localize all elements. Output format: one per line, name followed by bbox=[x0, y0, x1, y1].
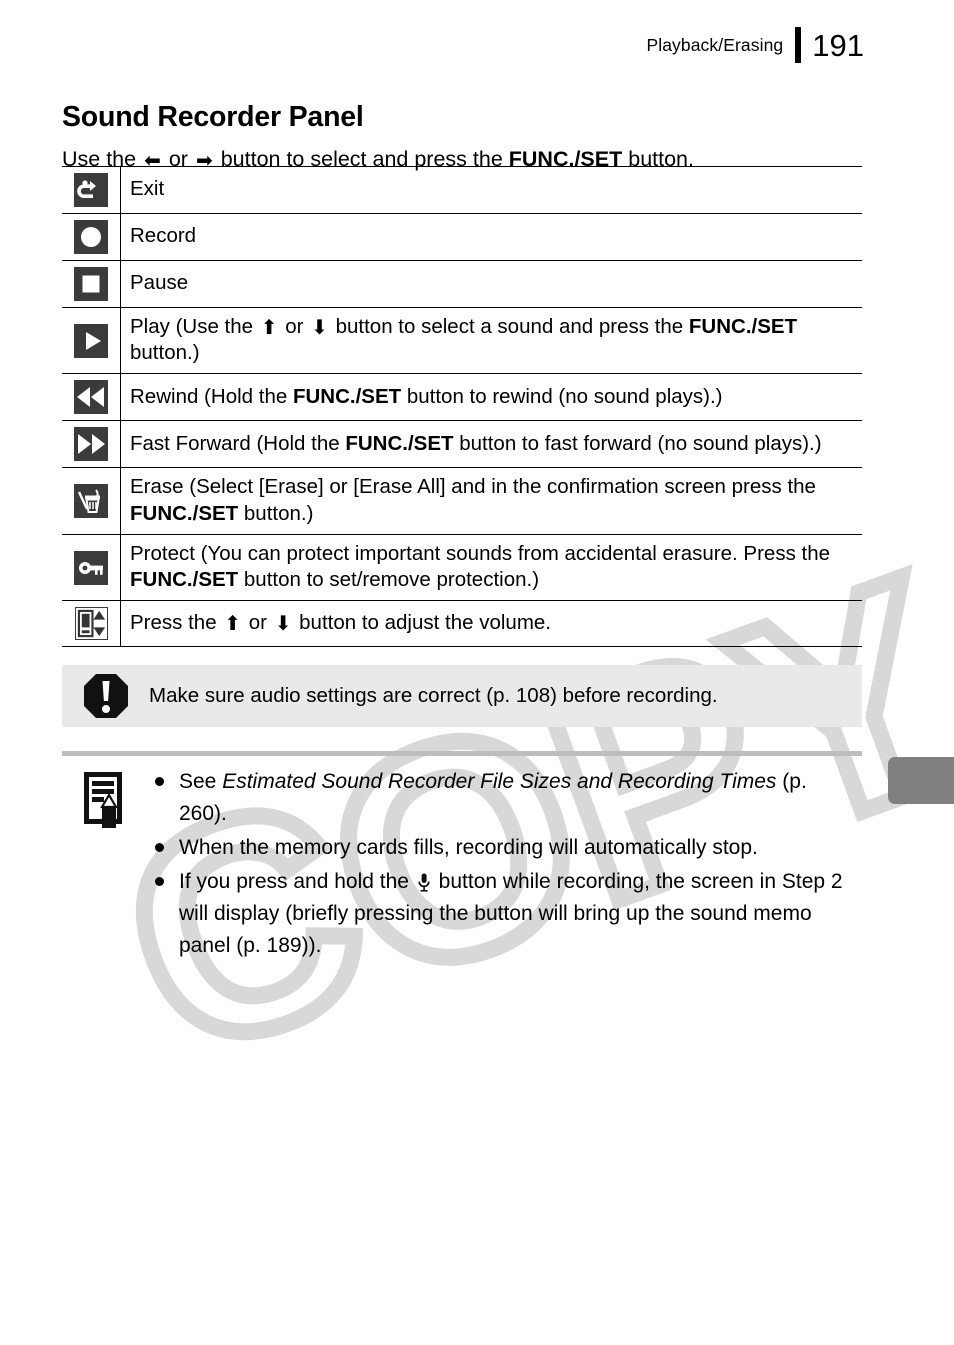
table-row-icon-cell bbox=[62, 307, 121, 374]
table-row-icon-cell bbox=[62, 166, 121, 214]
table-row: Press the ⬆ or ⬇ button to adjust the vo… bbox=[62, 600, 863, 647]
up-arrow-icon: ⬆ bbox=[260, 317, 278, 339]
table-row-icon-cell bbox=[62, 467, 121, 535]
bullet-icon bbox=[155, 876, 164, 886]
table-row: Pause bbox=[62, 260, 863, 308]
text-run: When the memory cards fills, recording w… bbox=[179, 835, 758, 859]
table-row: Exit bbox=[62, 166, 863, 214]
fast-forward-icon bbox=[74, 427, 108, 462]
list-item: See Estimated Sound Recorder File Sizes … bbox=[153, 766, 843, 830]
func-set-label: FUNC./SET bbox=[345, 431, 454, 455]
func-set-label: FUNC./SET bbox=[130, 501, 239, 525]
section-label: Playback/Erasing bbox=[646, 34, 784, 55]
up-arrow-icon: ⬆ bbox=[224, 613, 242, 636]
text-run: Rewind (Hold the bbox=[130, 384, 293, 408]
manual-page: COPY Playback/Erasing 191 Sound Recorder… bbox=[0, 0, 954, 1345]
caution-text: Make sure audio settings are correct (p.… bbox=[149, 684, 718, 707]
text-run: button.) bbox=[238, 501, 314, 525]
table-row-description: Press the ⬆ or ⬇ button to adjust the vo… bbox=[121, 601, 863, 647]
exclamation-octagon-icon bbox=[83, 673, 129, 719]
table-row-description: Erase (Select [Erase] or [Erase All] and… bbox=[121, 468, 863, 534]
text-run: Press the bbox=[130, 611, 223, 635]
note-callout: See Estimated Sound Recorder File Sizes … bbox=[62, 766, 862, 963]
erase-icon bbox=[74, 484, 108, 519]
table-row: Rewind (Hold the FUNC./SET button to rew… bbox=[62, 373, 863, 421]
list-item: If you press and hold the button while r… bbox=[153, 866, 843, 962]
bullet-icon bbox=[155, 776, 164, 786]
caution-callout: Make sure audio settings are correct (p.… bbox=[62, 665, 862, 727]
table-row-icon-cell bbox=[62, 600, 121, 647]
func-set-label: FUNC./SET bbox=[292, 384, 402, 408]
rewind-icon bbox=[74, 380, 108, 415]
note-divider-rule bbox=[62, 751, 862, 756]
sound-recorder-panel-table: Exit Record Pause Play (Use the ⬆ or ⬇ b… bbox=[62, 166, 862, 647]
pause-icon bbox=[74, 267, 108, 301]
text-run: or bbox=[243, 611, 273, 635]
table-row: Fast Forward (Hold the FUNC./SET button … bbox=[62, 420, 863, 468]
table-row-description: Record bbox=[121, 214, 863, 261]
microphone-icon bbox=[418, 873, 430, 892]
table-row-description: Protect (You can protect important sound… bbox=[121, 534, 863, 600]
table-row-description: Rewind (Hold the FUNC./SET button to rew… bbox=[121, 374, 863, 421]
text-run: button to rewind (no sound plays).) bbox=[401, 384, 723, 408]
record-icon bbox=[74, 220, 108, 254]
text-run: Play (Use the bbox=[130, 315, 259, 338]
page-number: 191 bbox=[812, 27, 864, 63]
down-arrow-icon: ⬇ bbox=[311, 317, 328, 339]
chapter-thumb-tab bbox=[888, 757, 954, 804]
func-set-label: FUNC./SET bbox=[688, 315, 798, 338]
table-row-icon-cell bbox=[62, 373, 121, 421]
text-run: Erase (Select [Erase] or [Erase All] and… bbox=[130, 475, 816, 499]
text-run: Record bbox=[130, 224, 197, 248]
reference-title: Estimated Sound Recorder File Sizes and … bbox=[222, 770, 777, 793]
table-row-icon-cell bbox=[62, 260, 121, 308]
text-run: See bbox=[179, 770, 223, 793]
text-run: button to adjust the volume. bbox=[293, 611, 552, 635]
table-row-description: Fast Forward (Hold the FUNC./SET button … bbox=[121, 421, 863, 468]
table-row: Protect (You can protect important sound… bbox=[62, 534, 863, 601]
text-run: or bbox=[279, 315, 310, 338]
running-head: Playback/Erasing 191 bbox=[646, 24, 864, 66]
list-item: When the memory cards fills, recording w… bbox=[153, 832, 843, 864]
table-row: Record bbox=[62, 213, 863, 261]
table-row-description: Exit bbox=[121, 167, 863, 214]
func-set-label: FUNC./SET bbox=[130, 568, 239, 592]
text-run: Protect (You can protect important sound… bbox=[130, 541, 831, 565]
exit-icon bbox=[74, 173, 108, 207]
table-row-icon-cell bbox=[62, 534, 121, 601]
page-title: Sound Recorder Panel bbox=[62, 101, 364, 134]
text-run: button to fast forward (no sound plays).… bbox=[453, 431, 822, 455]
play-icon bbox=[74, 323, 108, 358]
table-row: Play (Use the ⬆ or ⬇ button to select a … bbox=[62, 307, 863, 374]
text-run: Exit bbox=[130, 177, 165, 201]
note-list: See Estimated Sound Recorder File Sizes … bbox=[153, 766, 843, 963]
down-arrow-icon: ⬇ bbox=[274, 613, 292, 636]
table-row: Erase (Select [Erase] or [Erase All] and… bbox=[62, 467, 863, 535]
bullet-icon bbox=[155, 842, 164, 852]
table-row-description: Pause bbox=[121, 261, 863, 308]
protect-icon bbox=[74, 550, 108, 585]
text-run: button.) bbox=[130, 341, 200, 365]
text-run: Pause bbox=[130, 271, 189, 295]
volume-icon bbox=[74, 607, 108, 641]
table-row-icon-cell bbox=[62, 213, 121, 261]
table-row-icon-cell bbox=[62, 420, 121, 468]
note-pencil-icon bbox=[81, 770, 129, 832]
table-row-description: Play (Use the ⬆ or ⬇ button to select a … bbox=[121, 308, 863, 374]
text-run: button to set/remove protection.) bbox=[238, 568, 540, 592]
text-run: If you press and hold the bbox=[179, 869, 415, 893]
text-run: button to select a sound and press the bbox=[329, 315, 689, 338]
text-run: Fast Forward (Hold the bbox=[130, 431, 346, 455]
